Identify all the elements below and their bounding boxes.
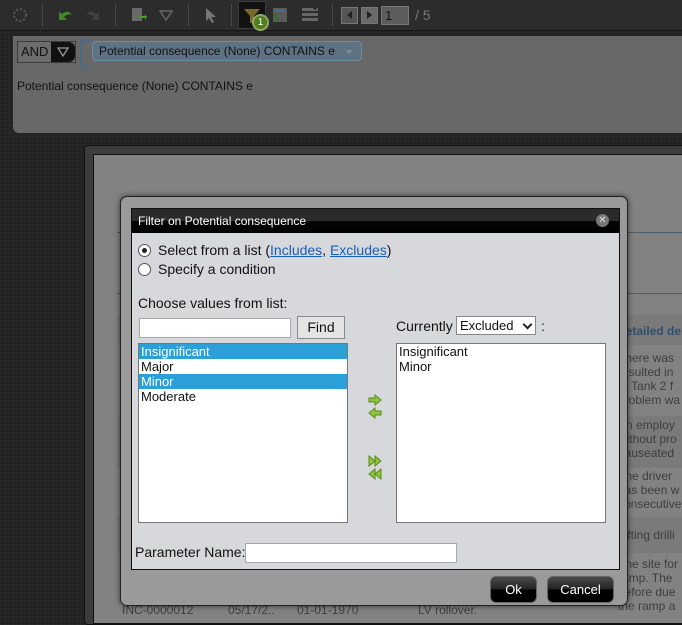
filter-condition-pill[interactable]: Potential consequence (None) CONTAINS e — [92, 41, 362, 61]
toolbar-separator — [332, 4, 333, 26]
select-from-list-label: Select from a list (Includes, Excludes) — [158, 242, 392, 258]
remove-selected-button[interactable] — [368, 404, 382, 420]
redo-icon — [86, 11, 99, 20]
chevron-right-icon — [366, 11, 372, 19]
available-value-item[interactable]: Major — [139, 359, 347, 374]
filter-summary-text: Potential consequence (None) CONTAINS e — [17, 79, 253, 93]
chevron-down-icon[interactable] — [345, 50, 353, 54]
toolbar-separator — [231, 4, 232, 26]
choose-values-label: Choose values from list: — [138, 295, 288, 311]
chosen-values-list[interactable]: Insignificant Minor — [396, 343, 606, 523]
operator-label: AND — [21, 44, 49, 59]
close-button[interactable]: ✕ — [596, 214, 609, 227]
currently-mode-select[interactable]: Excluded — [456, 316, 536, 335]
page-number-input[interactable] — [381, 5, 409, 25]
chosen-value-item[interactable]: Insignificant — [397, 344, 605, 359]
dropdown-icon — [159, 10, 173, 21]
available-value-item[interactable]: Moderate — [139, 389, 347, 404]
toolbar-separator — [115, 4, 116, 26]
chosen-value-item[interactable]: Minor — [397, 359, 605, 374]
parameter-name-input[interactable] — [245, 543, 457, 563]
filter-panel: AND Potential consequence (None) CONTAIN… — [13, 36, 682, 133]
filter-dialog: Filter on Potential consequence ✕ Select… — [120, 196, 628, 606]
next-page-button[interactable] — [361, 6, 378, 24]
arrow-left-icon — [368, 406, 382, 420]
chevron-left-icon — [346, 11, 352, 19]
layout-button[interactable] — [266, 1, 294, 29]
value-search-input[interactable] — [139, 318, 291, 338]
find-button[interactable]: Find — [297, 316, 345, 339]
available-value-item[interactable]: Insignificant — [139, 344, 347, 359]
toolbar-separator — [188, 4, 189, 26]
double-arrow-left-icon — [368, 467, 382, 481]
toolbar-separator — [42, 4, 43, 26]
columns-icon — [302, 8, 318, 21]
filter-button[interactable]: 1 — [238, 1, 269, 31]
dialog-title-bar[interactable]: Filter on Potential consequence ✕ — [132, 209, 619, 233]
includes-link[interactable]: Includes — [270, 242, 322, 258]
select-pointer-button[interactable] — [197, 1, 225, 29]
currently-colon: : — [541, 318, 545, 334]
settings-button[interactable] — [6, 1, 34, 29]
add-all-button[interactable] — [368, 452, 382, 468]
select-from-list-option[interactable]: Select from a list (Includes, Excludes) — [138, 242, 391, 258]
close-icon: ✕ — [598, 215, 607, 226]
specify-condition-option[interactable]: Specify a condition — [138, 261, 276, 277]
previous-page-button[interactable] — [341, 6, 358, 24]
dialog-title: Filter on Potential consequence — [138, 214, 307, 228]
gear-icon — [13, 8, 27, 22]
columns-button[interactable] — [296, 1, 324, 29]
group-bracket — [80, 40, 90, 68]
undo-icon — [59, 11, 72, 20]
specify-condition-radio[interactable] — [138, 262, 151, 276]
available-value-item[interactable]: Minor — [139, 374, 347, 389]
select-from-list-radio[interactable] — [138, 243, 151, 257]
export-button[interactable] — [124, 1, 152, 29]
redo-button[interactable] — [79, 1, 107, 29]
layout-icon — [273, 8, 287, 22]
logical-operator-dropdown[interactable]: AND — [17, 41, 77, 63]
excludes-link[interactable]: Excludes — [330, 242, 387, 258]
parameter-name-label: Parameter Name: — [135, 544, 246, 560]
export-dropdown-button[interactable] — [152, 1, 180, 29]
ok-button[interactable]: Ok — [490, 576, 537, 603]
undo-button[interactable] — [51, 1, 79, 29]
page-total: / 5 — [415, 7, 431, 23]
currently-mode-value: Excluded — [460, 318, 514, 333]
export-icon — [132, 8, 147, 21]
toolbar: 1 / 5 — [0, 0, 682, 31]
available-values-list[interactable]: Insignificant Major Minor Moderate — [138, 343, 348, 523]
add-selected-button[interactable] — [368, 391, 382, 407]
filter-dialog-body: Filter on Potential consequence ✕ Select… — [131, 208, 620, 570]
select-pointer-icon — [206, 8, 216, 23]
operator-dropdown-arrow[interactable] — [51, 42, 76, 62]
chevron-down-icon — [57, 47, 70, 57]
remove-all-button[interactable] — [368, 465, 382, 481]
condition-pill-label: Potential consequence (None) CONTAINS e — [99, 44, 335, 58]
cancel-button[interactable]: Cancel — [547, 576, 614, 603]
currently-label: Currently — [396, 318, 453, 334]
chevron-down-icon — [522, 319, 533, 330]
specify-condition-label: Specify a condition — [158, 261, 276, 277]
